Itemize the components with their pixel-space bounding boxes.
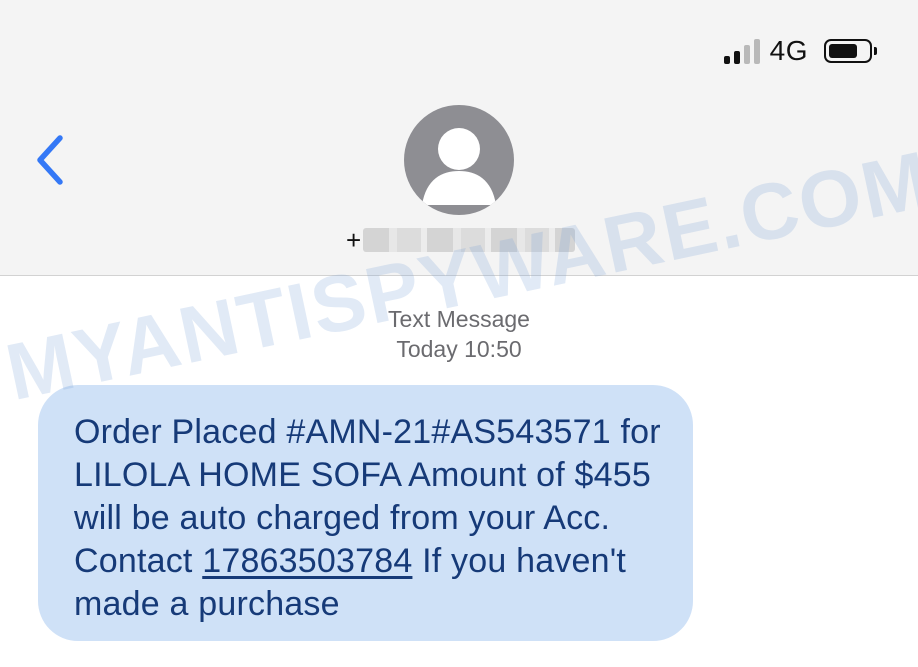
- message-timestamp: Today 10:50: [396, 336, 522, 362]
- signal-icon: [723, 38, 760, 64]
- contact-number-prefix: +: [346, 224, 362, 255]
- message-bubble[interactable]: Order Placed #AMN-21#AS543571 for LILOLA…: [38, 385, 693, 641]
- person-silhouette-icon: [422, 128, 496, 205]
- back-button[interactable]: [30, 132, 70, 188]
- status-bar: 4G: [723, 35, 877, 66]
- phone-number-link[interactable]: 17863503784: [202, 542, 412, 580]
- message-type-label: Text Message: [388, 306, 530, 332]
- battery-icon: [824, 39, 877, 63]
- chevron-left-icon: [37, 135, 63, 185]
- conversation-header: 4G +: [0, 0, 918, 276]
- contact-name[interactable]: +: [346, 224, 586, 255]
- redacted-phone-number: [363, 228, 576, 252]
- network-label: 4G: [769, 35, 808, 66]
- contact-avatar[interactable]: [404, 105, 514, 215]
